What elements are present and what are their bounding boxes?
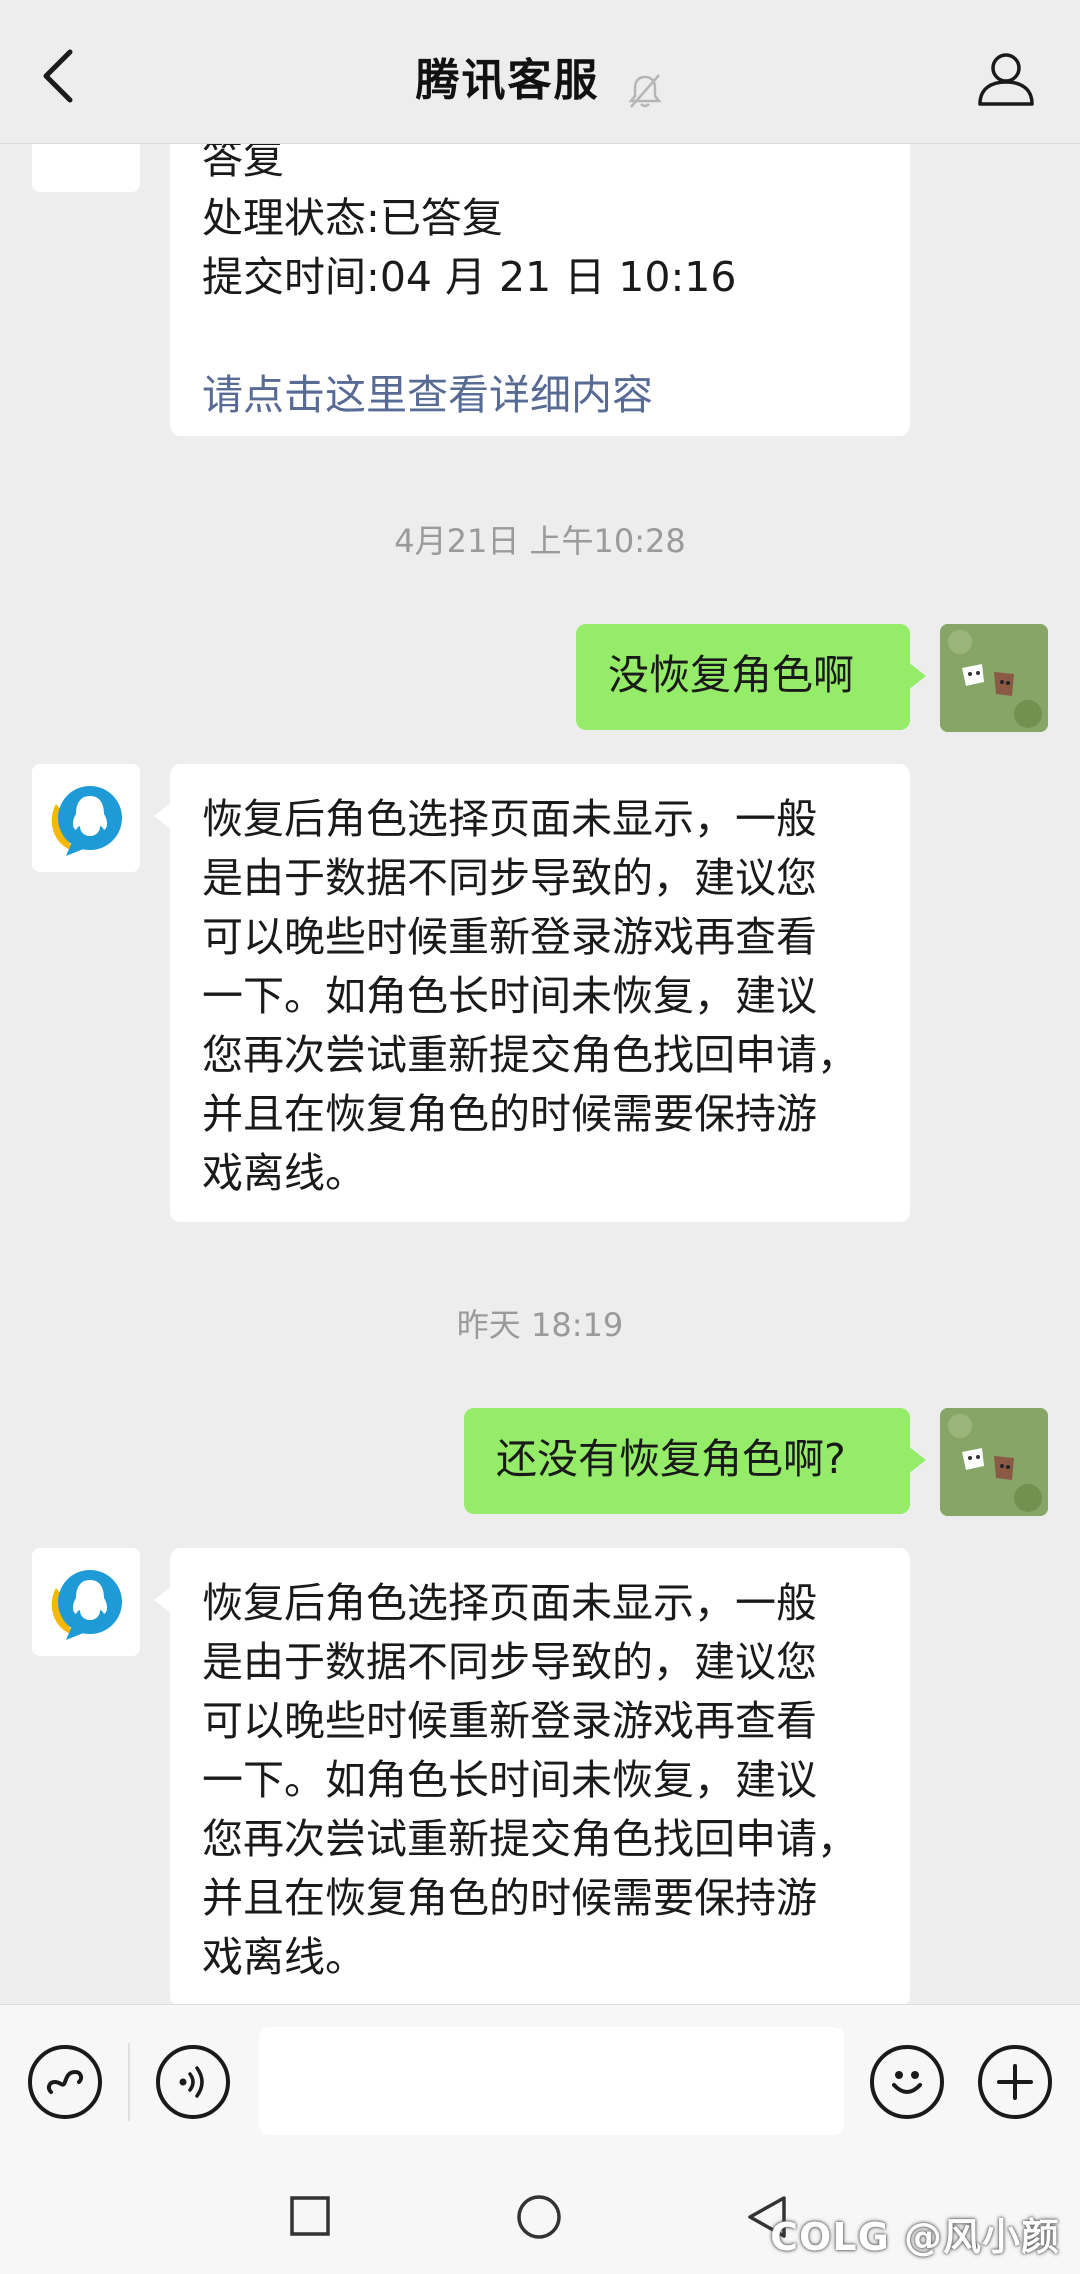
message-line: 一下。如角色长时间未恢复，建议 xyxy=(202,1756,817,1804)
voice-icon xyxy=(179,2066,204,2098)
chat-header: 腾讯客服 xyxy=(0,0,1080,144)
recent-apps-icon xyxy=(290,2196,330,2236)
watermark: COLG @风小颜 xyxy=(770,2215,1060,2259)
chat-title: 腾讯客服 xyxy=(415,55,600,106)
divider xyxy=(128,2043,130,2121)
message-line: 一下。如角色长时间未恢复，建议 xyxy=(202,972,817,1020)
timestamp: 昨天 18:19 xyxy=(456,1306,624,1344)
user-avatar-image xyxy=(940,624,1048,732)
profile-button[interactable] xyxy=(976,48,1036,108)
mini-program-link-icon xyxy=(46,2069,84,2094)
timestamp: 4月21日 上午10:28 xyxy=(394,522,686,560)
message-line: 处理状态:已答复 xyxy=(202,194,503,242)
service-message[interactable]: 恢复后角色选择页面未显示，一般 是由于数据不同步导致的，建议您 可以晚些时候重新… xyxy=(154,1548,910,2004)
emoji-icon xyxy=(892,2071,922,2094)
user-avatar[interactable] xyxy=(940,624,1048,732)
emoji-button[interactable] xyxy=(870,2045,944,2119)
home-icon xyxy=(517,2195,561,2239)
voice-button[interactable] xyxy=(156,2045,230,2119)
message-line: 并且在恢复角色的时候需要保持游 xyxy=(202,1090,817,1138)
message-line: 戏离线。 xyxy=(202,1149,366,1197)
message-line: 恢复后角色选择页面未显示，一般 xyxy=(202,795,817,843)
message-line: 恢复后角色选择页面未显示，一般 xyxy=(202,1579,817,1627)
message-line: 答复 xyxy=(202,144,284,183)
qq-logo-icon xyxy=(32,764,140,872)
message-line: 可以晚些时候重新登录游戏再查看 xyxy=(202,913,817,961)
person-icon xyxy=(978,53,1034,106)
service-ticket-message[interactable]: 答复 处理状态:已答复 提交时间:04 月 21 日 10:16 请点击这里查看… xyxy=(170,144,910,436)
message-text: 还没有恢复角色啊? xyxy=(496,1435,846,1483)
message-line: 是由于数据不同步导致的，建议您 xyxy=(202,854,817,902)
view-details-link[interactable]: 请点击这里查看详细内容 xyxy=(202,366,878,425)
message-line: 您再次尝试重新提交角色找回申请， xyxy=(202,1815,858,1863)
message-line: 提交时间:04 月 21 日 10:16 xyxy=(202,253,737,301)
service-message[interactable]: 恢复后角色选择页面未显示，一般 是由于数据不同步导致的，建议您 可以晚些时候重新… xyxy=(154,764,910,1222)
home-button[interactable] xyxy=(514,2192,564,2246)
input-bar xyxy=(0,2004,1080,2154)
user-avatar-image xyxy=(940,1408,1048,1516)
message-input[interactable] xyxy=(259,2027,844,2135)
message-line xyxy=(202,307,878,366)
recent-apps-button[interactable] xyxy=(288,2194,332,2242)
user-message[interactable]: 还没有恢复角色啊? xyxy=(464,1408,926,1514)
system-navigation-bar: COLG @风小颜 xyxy=(0,2154,1080,2274)
message-line: 您再次尝试重新提交角色找回申请， xyxy=(202,1031,858,1079)
message-line: 可以晚些时候重新登录游戏再查看 xyxy=(202,1697,817,1745)
plus-icon xyxy=(997,2064,1033,2100)
service-avatar[interactable] xyxy=(32,764,140,872)
title-area: 腾讯客服 xyxy=(0,44,1080,111)
qq-logo-icon xyxy=(32,1548,140,1656)
service-avatar[interactable] xyxy=(32,144,140,192)
bell-muted-icon xyxy=(627,73,662,108)
message-line: 并且在恢复角色的时候需要保持游 xyxy=(202,1874,817,1922)
mini-program-button[interactable] xyxy=(28,2045,102,2119)
user-avatar[interactable] xyxy=(940,1408,1048,1516)
message-line: 戏离线。 xyxy=(202,1933,366,1981)
service-avatar[interactable] xyxy=(32,1548,140,1656)
message-line: 是由于数据不同步导致的，建议您 xyxy=(202,1638,817,1686)
message-text: 没恢复角色啊 xyxy=(608,651,854,699)
message-list[interactable]: 答复 处理状态:已答复 提交时间:04 月 21 日 10:16 请点击这里查看… xyxy=(0,144,1080,2004)
user-message[interactable]: 没恢复角色啊 xyxy=(576,624,926,730)
more-button[interactable] xyxy=(978,2045,1052,2119)
chat-screen: 腾讯客服 答复 处理状态:已答复 提交时间:04 月 21 日 10:16 请点… xyxy=(0,0,1080,2274)
